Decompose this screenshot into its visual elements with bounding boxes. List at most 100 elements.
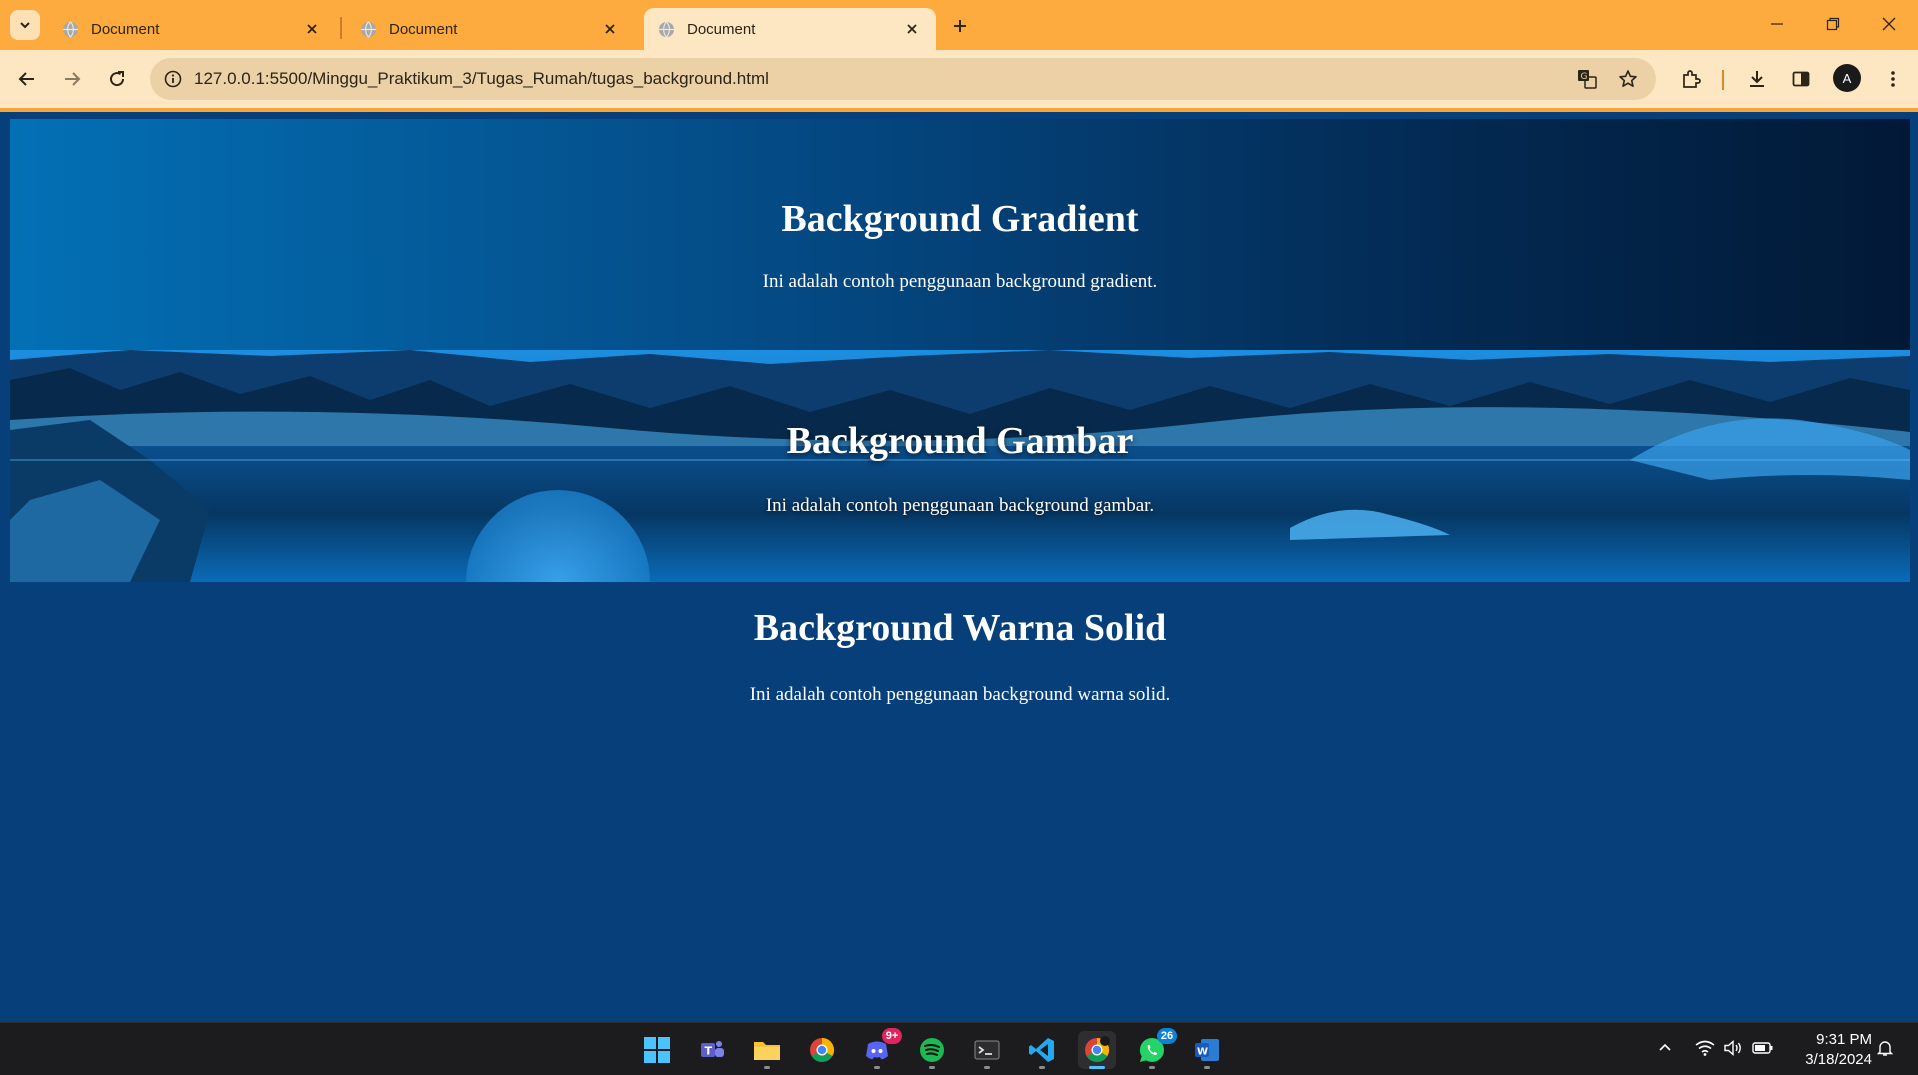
chrome-app[interactable] [803, 1031, 841, 1069]
side-panel-button[interactable] [1784, 62, 1818, 96]
menu-button[interactable] [1876, 62, 1910, 96]
clock-date: 3/18/2024 [1805, 1051, 1872, 1068]
back-icon [18, 72, 34, 86]
word-icon: W [1195, 1039, 1219, 1061]
profile-avatar[interactable]: A [1833, 64, 1861, 92]
minimize-button[interactable] [1754, 8, 1800, 40]
running-indicator [984, 1066, 990, 1069]
active-indicator [1089, 1066, 1105, 1069]
solid-section: Background Warna Solid Ini adalah contoh… [10, 582, 1910, 712]
start-button[interactable] [638, 1031, 676, 1069]
restore-button[interactable] [1810, 8, 1856, 40]
globe-icon [360, 21, 377, 37]
globe-icon [658, 21, 675, 37]
whatsapp-app[interactable]: 26 [1133, 1028, 1177, 1069]
gradient-section: Background Gradient Ini adalah contoh pe… [10, 119, 1910, 350]
running-indicator [874, 1066, 880, 1069]
solid-heading: Background Warna Solid [753, 607, 1167, 649]
downloads-button[interactable] [1740, 62, 1774, 96]
chrome-profile-app[interactable] [1078, 1031, 1116, 1069]
image-section: Background Gambar Ini adalah contoh peng… [10, 350, 1910, 582]
chevron-down-icon [20, 22, 30, 29]
close-tab-button[interactable] [902, 19, 922, 39]
system-clock[interactable]: 9:31 PM 3/18/2024 [1790, 1030, 1872, 1070]
download-icon [1750, 71, 1764, 87]
solid-text: Ini adalah contoh penggunaan background … [749, 684, 1171, 705]
running-indicator [1149, 1066, 1155, 1069]
extensions-button[interactable] [1674, 62, 1708, 96]
new-tab-button[interactable] [946, 12, 974, 40]
clock-time: 9:31 PM [1816, 1031, 1872, 1048]
close-tab-button[interactable] [600, 19, 620, 39]
toolbar-divider [1722, 70, 1724, 90]
globe-icon [62, 21, 79, 37]
running-indicator [764, 1066, 770, 1069]
extensions-icon [1683, 70, 1701, 88]
file-explorer-app[interactable] [748, 1031, 786, 1069]
close-icon [307, 24, 317, 34]
browser-toolbar: 127.0.0.1:5500/Minggu_Praktikum_3/Tugas_… [0, 50, 1918, 108]
tab-strip: Document Document Document [0, 0, 1918, 50]
tab-divider [340, 17, 342, 39]
chevron-up-icon [1659, 1043, 1671, 1051]
restore-icon [1826, 17, 1840, 31]
image-heading: Background Gambar [786, 420, 1134, 462]
tab-document-3-active[interactable]: Document [644, 8, 936, 50]
folder-icon [754, 1042, 780, 1060]
close-icon [605, 24, 615, 34]
address-bar[interactable]: 127.0.0.1:5500/Minggu_Praktikum_3/Tugas_… [150, 58, 1656, 100]
terminal-icon [974, 1040, 1000, 1060]
running-indicator [1039, 1066, 1045, 1069]
translate-icon: G [1578, 70, 1597, 89]
vscode-app[interactable] [1023, 1031, 1061, 1069]
side-panel-icon [1792, 71, 1810, 87]
word-app[interactable]: W [1188, 1031, 1226, 1069]
wifi-icon [1695, 1040, 1715, 1056]
url-text: 127.0.0.1:5500/Minggu_Praktikum_3/Tugas_… [194, 69, 769, 88]
site-info-button[interactable] [156, 62, 190, 96]
notification-badge: 9+ [882, 1028, 902, 1044]
discord-app[interactable]: 9+ [858, 1028, 902, 1069]
page-viewport: Background Gradient Ini adalah contoh pe… [0, 112, 1918, 1022]
back-button[interactable] [10, 62, 44, 96]
tab-document-1[interactable]: Document [48, 8, 336, 50]
bell-icon [1876, 1041, 1894, 1056]
bookmark-button[interactable] [1611, 62, 1645, 96]
close-window-button[interactable] [1866, 8, 1912, 40]
translate-button[interactable]: G [1570, 62, 1604, 96]
reload-button[interactable] [100, 62, 134, 96]
lake-landscape-image [10, 350, 1910, 582]
spotify-app[interactable] [913, 1031, 951, 1069]
speaker-icon [1724, 1039, 1741, 1057]
chrome-icon [1085, 1036, 1110, 1063]
running-indicator [929, 1066, 935, 1069]
tab-search-button[interactable] [10, 10, 40, 40]
plus-icon [954, 20, 966, 32]
battery-status[interactable] [1750, 1035, 1776, 1061]
minimize-icon [1771, 23, 1783, 25]
star-icon [1619, 70, 1637, 87]
windows-logo-icon [644, 1037, 670, 1063]
svg-text:T: T [705, 1045, 713, 1058]
spotify-icon [920, 1038, 944, 1062]
terminal-app[interactable] [968, 1031, 1006, 1069]
teams-app[interactable]: T [693, 1031, 731, 1069]
forward-button[interactable] [55, 62, 89, 96]
notification-badge: 26 [1157, 1028, 1177, 1044]
battery-icon [1752, 1042, 1773, 1054]
close-icon [907, 24, 917, 34]
tab-title: Document [389, 20, 458, 38]
svg-text:W: W [1197, 1047, 1208, 1058]
network-status[interactable] [1692, 1035, 1718, 1061]
chrome-icon [810, 1038, 835, 1063]
notifications-button[interactable] [1872, 1035, 1898, 1061]
tab-document-2[interactable]: Document [346, 8, 634, 50]
kebab-menu-icon [1891, 71, 1895, 87]
show-hidden-icons-button[interactable] [1652, 1035, 1678, 1061]
close-tab-button[interactable] [302, 19, 322, 39]
volume-status[interactable] [1720, 1035, 1746, 1061]
image-text: Ini adalah contoh penggunaan background … [765, 495, 1155, 516]
gradient-text: Ini adalah contoh penggunaan background … [762, 271, 1158, 292]
gradient-heading: Background Gradient [781, 198, 1139, 240]
forward-icon [65, 72, 81, 86]
